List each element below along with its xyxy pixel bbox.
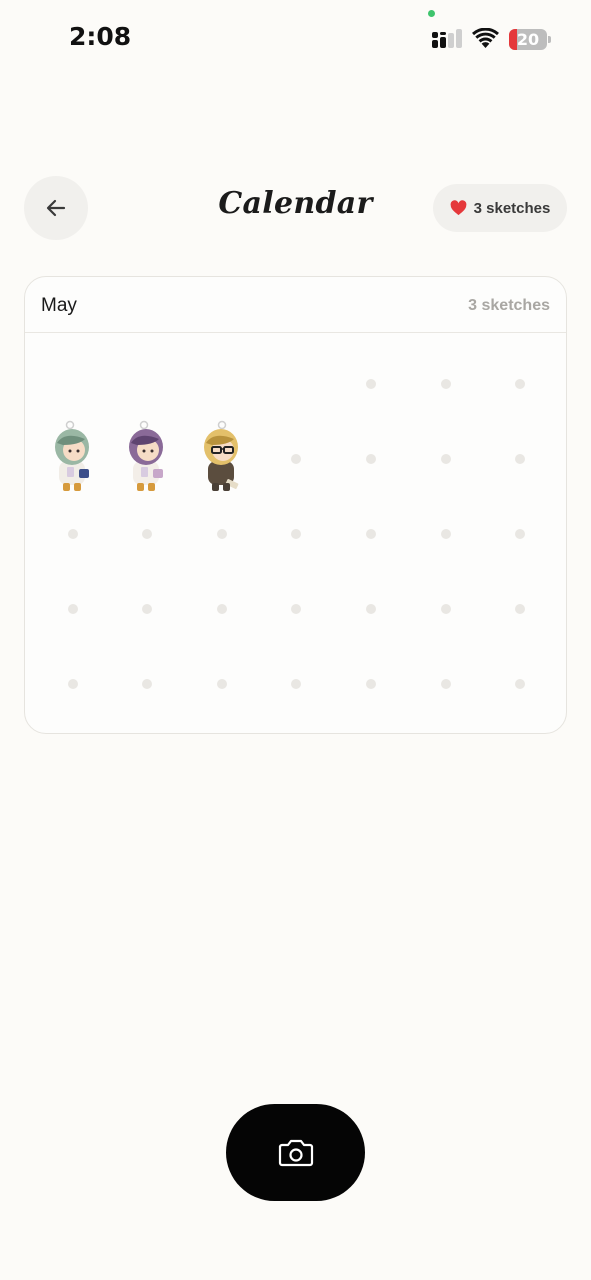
calendar-day-cell (341, 574, 401, 644)
empty-day-dot (440, 529, 451, 539)
calendar-day-cell (490, 424, 550, 494)
calendar-day-cell (192, 499, 252, 569)
calendar-day-cell (341, 649, 401, 719)
calendar-day-cell (490, 349, 550, 419)
empty-day-dot (291, 529, 302, 539)
calendar-day-cell (416, 424, 476, 494)
blonde-glasses-doll-sketch[interactable] (192, 419, 252, 499)
calendar-day-cell (43, 649, 103, 719)
calendar-day-cell (416, 349, 476, 419)
calendar-day-cell (117, 574, 177, 644)
month-label: May (41, 295, 77, 316)
calendar-day-cell (192, 574, 252, 644)
empty-day-dot (440, 604, 451, 614)
empty-day-dot (365, 679, 376, 689)
sketch-count-pill[interactable]: 3 sketches (433, 184, 567, 232)
status-time: 2:08 (69, 22, 132, 51)
calendar-day-cell (43, 499, 103, 569)
empty-day-dot (67, 529, 78, 539)
heart-icon (450, 200, 467, 216)
battery-indicator: 20 (509, 29, 547, 50)
empty-day-dot (291, 604, 302, 614)
calendar-day-cell (341, 349, 401, 419)
calendar-day-cell (490, 499, 550, 569)
calendar-day-cell (341, 424, 401, 494)
calendar-day-cell (416, 499, 476, 569)
empty-day-dot (440, 379, 451, 389)
purple-hair-doll-sketch[interactable] (117, 419, 177, 499)
calendar-day-cell (117, 499, 177, 569)
calendar-day-cell (43, 574, 103, 644)
cellular-signal-icon (432, 29, 462, 48)
camera-icon (278, 1139, 313, 1166)
empty-day-dot (515, 604, 526, 614)
calendar-day-cell[interactable] (43, 420, 103, 494)
empty-day-dot (365, 604, 376, 614)
calendar-month-header: May 3 sketches (25, 277, 566, 333)
empty-day-dot (216, 679, 227, 689)
calendar-day-cell (266, 424, 326, 494)
empty-day-dot (67, 679, 78, 689)
battery-level-text: 20 (516, 30, 540, 49)
empty-day-dot (142, 604, 153, 614)
empty-day-dot (67, 604, 78, 614)
privacy-indicator-dot (428, 10, 435, 17)
calendar-card: May 3 sketches (24, 276, 567, 734)
empty-day-dot (440, 454, 451, 464)
empty-day-dot (365, 454, 376, 464)
wifi-icon (472, 28, 499, 48)
empty-day-dot (291, 454, 302, 464)
calendar-day-cell (266, 649, 326, 719)
calendar-day-cell (490, 574, 550, 644)
calendar-day-cell (192, 649, 252, 719)
calendar-day-cell (266, 499, 326, 569)
battery-cap (548, 36, 551, 43)
calendar-day-cell (416, 649, 476, 719)
empty-day-dot (216, 529, 227, 539)
empty-day-dot (365, 529, 376, 539)
month-sketch-count: 3 sketches (468, 297, 550, 314)
empty-day-dot (142, 679, 153, 689)
sketch-count-label: 3 sketches (473, 199, 551, 217)
camera-button[interactable] (226, 1104, 365, 1201)
empty-day-dot (515, 529, 526, 539)
empty-day-dot (515, 679, 526, 689)
calendar-day-cell (341, 499, 401, 569)
calendar-day-cell[interactable] (117, 420, 177, 494)
empty-day-dot (142, 529, 153, 539)
calendar-day-cell (490, 649, 550, 719)
calendar-day-cell (117, 649, 177, 719)
calendar-day-cell (266, 574, 326, 644)
calendar-day-cell (416, 574, 476, 644)
empty-day-dot (515, 379, 526, 389)
status-bar: 2:08 20 (0, 0, 591, 80)
green-hair-doll-sketch[interactable] (43, 419, 103, 499)
empty-day-dot (216, 604, 227, 614)
empty-day-dot (515, 454, 526, 464)
empty-day-dot (365, 379, 376, 389)
empty-day-dot (440, 679, 451, 689)
empty-day-dot (291, 679, 302, 689)
calendar-day-cell[interactable] (192, 420, 252, 494)
